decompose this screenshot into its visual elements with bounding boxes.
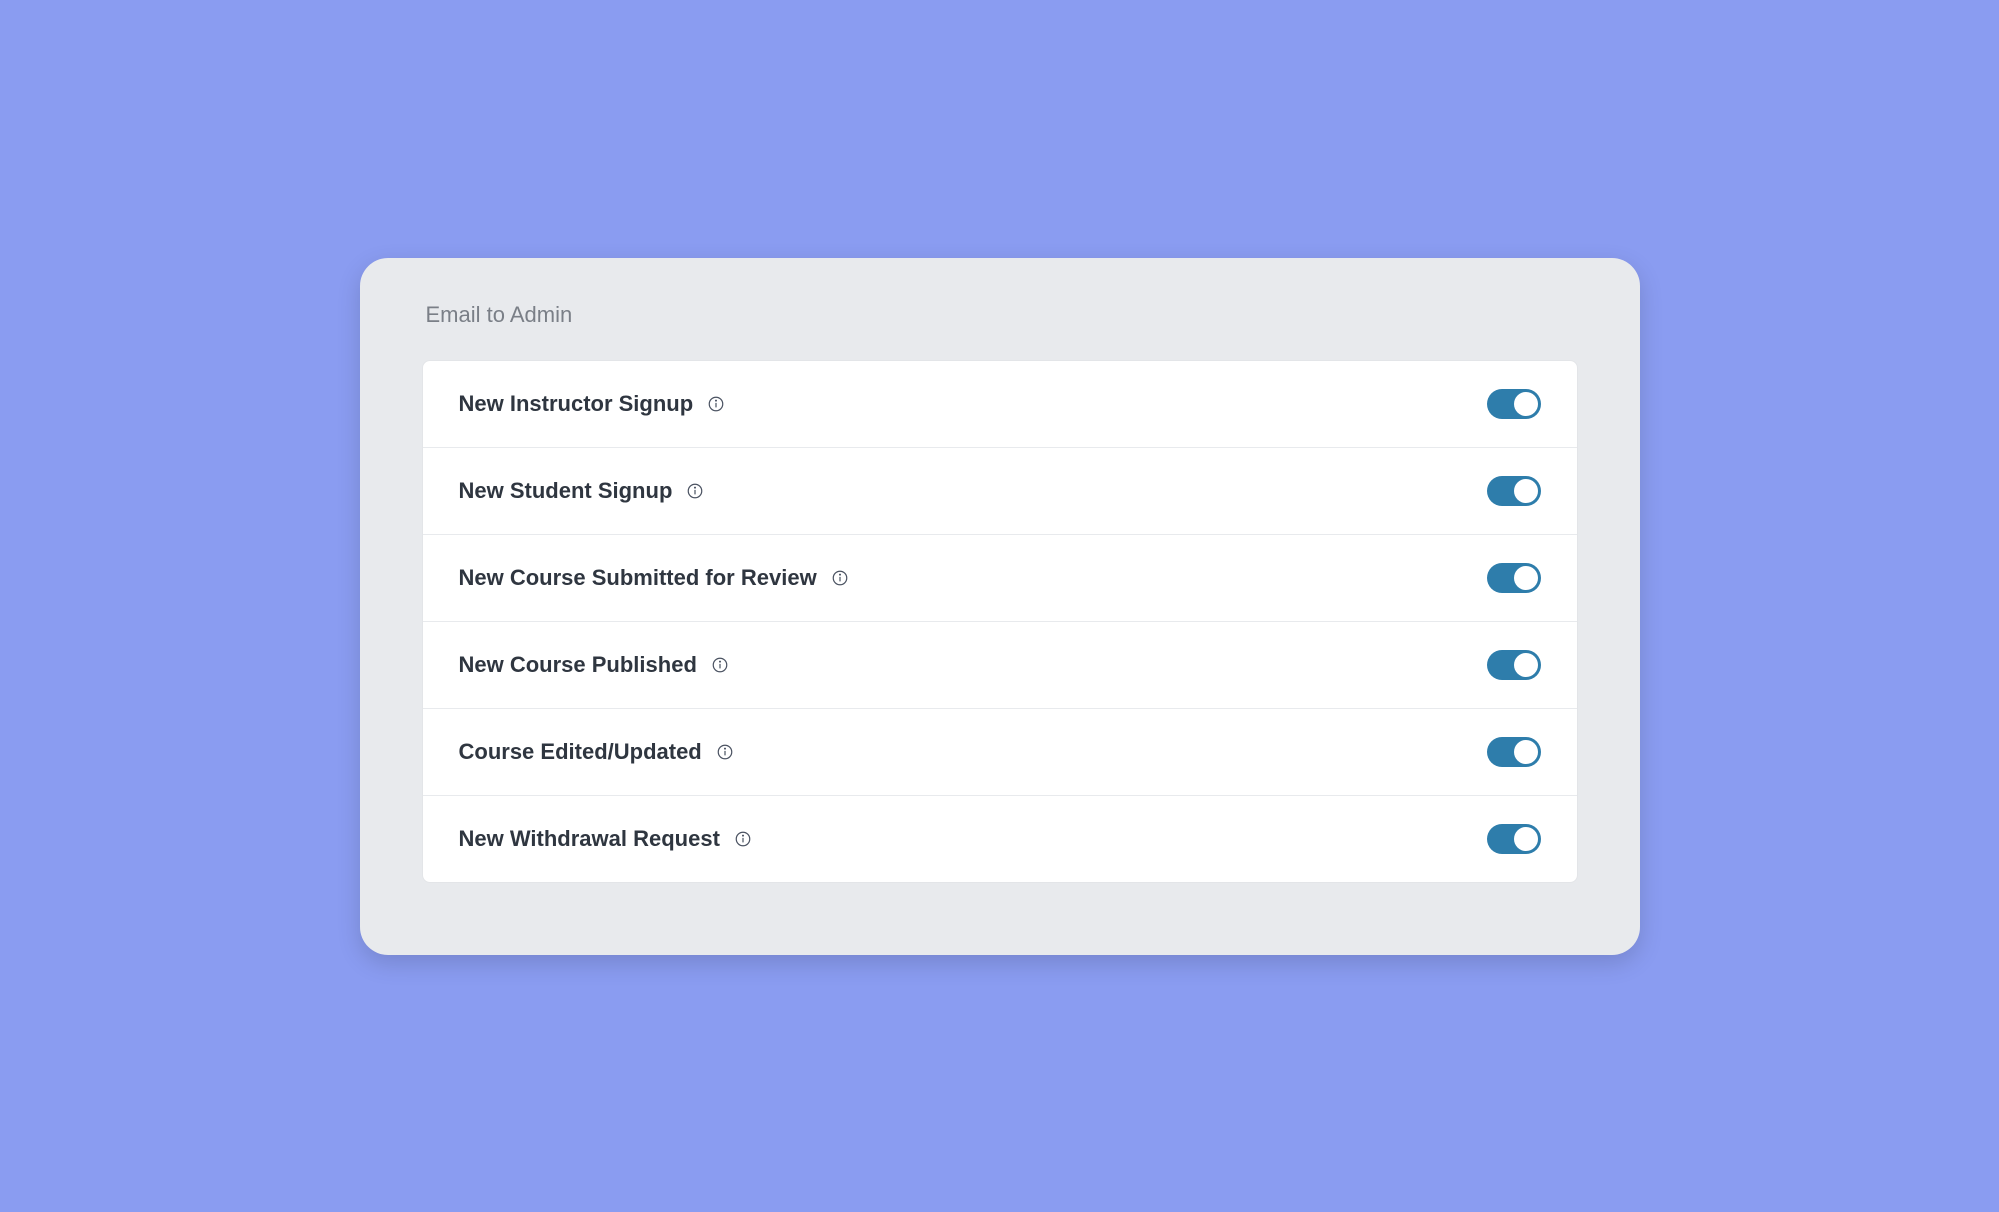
section-title: Email to Admin xyxy=(426,302,1578,328)
toggle-thumb xyxy=(1514,392,1538,416)
toggle-new-student-signup[interactable] xyxy=(1487,476,1541,506)
setting-row-new-course-submitted: New Course Submitted for Review xyxy=(423,535,1577,622)
settings-panel: Email to Admin New Instructor Signup xyxy=(360,258,1640,955)
info-icon[interactable] xyxy=(734,830,752,848)
setting-label: Course Edited/Updated xyxy=(459,739,702,765)
toggle-new-withdrawal-request[interactable] xyxy=(1487,824,1541,854)
setting-label: New Instructor Signup xyxy=(459,391,694,417)
setting-label-group: New Course Published xyxy=(459,652,729,678)
setting-label-group: New Instructor Signup xyxy=(459,391,726,417)
info-icon[interactable] xyxy=(711,656,729,674)
info-icon[interactable] xyxy=(707,395,725,413)
setting-label-group: Course Edited/Updated xyxy=(459,739,734,765)
setting-label-group: New Withdrawal Request xyxy=(459,826,752,852)
toggle-thumb xyxy=(1514,479,1538,503)
toggle-thumb xyxy=(1514,740,1538,764)
setting-label-group: New Student Signup xyxy=(459,478,705,504)
toggle-thumb xyxy=(1514,566,1538,590)
setting-label-group: New Course Submitted for Review xyxy=(459,565,849,591)
setting-row-new-student-signup: New Student Signup xyxy=(423,448,1577,535)
toggle-new-course-published[interactable] xyxy=(1487,650,1541,680)
setting-label: New Course Submitted for Review xyxy=(459,565,817,591)
settings-card: New Instructor Signup New Student Signup xyxy=(422,360,1578,883)
toggle-new-course-submitted[interactable] xyxy=(1487,563,1541,593)
setting-label: New Withdrawal Request xyxy=(459,826,720,852)
setting-row-new-withdrawal-request: New Withdrawal Request xyxy=(423,796,1577,882)
setting-row-course-edited: Course Edited/Updated xyxy=(423,709,1577,796)
info-icon[interactable] xyxy=(831,569,849,587)
toggle-new-instructor-signup[interactable] xyxy=(1487,389,1541,419)
setting-label: New Student Signup xyxy=(459,478,673,504)
info-icon[interactable] xyxy=(716,743,734,761)
info-icon[interactable] xyxy=(686,482,704,500)
toggle-thumb xyxy=(1514,653,1538,677)
toggle-thumb xyxy=(1514,827,1538,851)
setting-row-new-instructor-signup: New Instructor Signup xyxy=(423,361,1577,448)
setting-row-new-course-published: New Course Published xyxy=(423,622,1577,709)
toggle-course-edited[interactable] xyxy=(1487,737,1541,767)
setting-label: New Course Published xyxy=(459,652,697,678)
